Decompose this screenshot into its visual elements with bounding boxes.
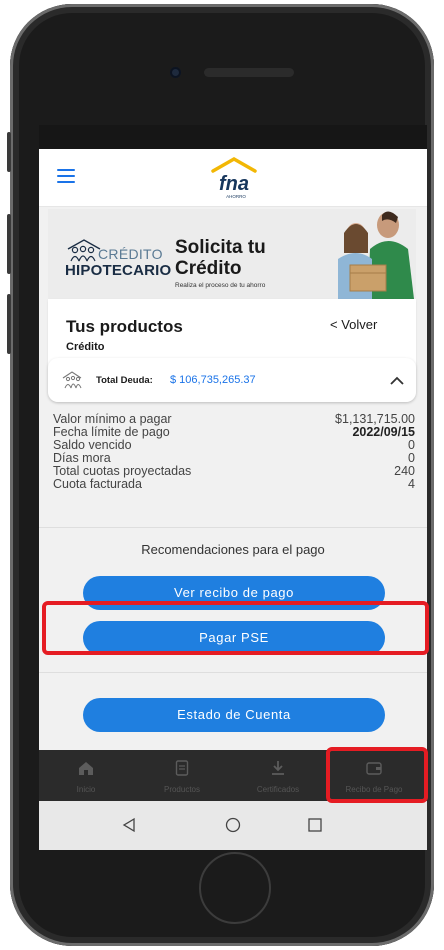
account-statement-button[interactable]: Estado de Cuenta [83,698,385,732]
volume-down-button [7,214,11,274]
nav-item-certificados[interactable]: Certificados [239,750,317,801]
status-bar [39,125,427,149]
svg-text:AHORRO: AHORRO [226,194,246,199]
phone-screen: fna AHORRO CRÉDITO HIPOTECARIO Solicita … [39,125,427,850]
front-camera [170,67,181,78]
nav-item-inicio[interactable]: Inicio [47,750,125,801]
volume-up-button [7,132,11,172]
nav-item-productos[interactable]: Productos [143,750,221,801]
total-debt-row[interactable]: Total Deuda: $ 106,735,265.37 [48,358,416,402]
promo-banner[interactable]: CRÉDITO HIPOTECARIO Solicita tu Crédito … [48,209,416,300]
physical-home-button[interactable] [199,852,271,924]
recommendations-title: Recomendaciones para el pago [141,542,325,557]
payment-details: Valor mínimo a pagar $1,131,715.00 Fecha… [53,413,415,491]
system-navigation-bar [39,801,427,850]
chevron-up-icon[interactable] [390,374,404,388]
highlight-view-receipt [42,601,429,655]
download-icon [272,761,284,775]
home-circle-icon[interactable] [225,817,241,833]
document-icon [175,760,189,776]
total-debt-value: $ 106,735,265.37 [170,374,256,386]
products-title: Tus productos [66,317,183,336]
earpiece-speaker [204,68,294,77]
banner-subtitle: Realiza el proceso de tu ahorro [175,282,266,289]
couple-photo [310,209,416,299]
hamburger-menu-icon[interactable] [57,169,75,183]
section-divider [39,672,427,673]
svg-text:fna: fna [219,173,249,195]
nav-item-label: Certificados [256,785,300,794]
detail-key: Cuota facturada [53,477,142,491]
banner-title: Solicita tu Crédito [175,237,266,279]
fna-logo: fna AHORRO [211,156,257,199]
side-button [7,294,11,354]
app-bar: fna AHORRO [39,149,427,207]
back-triangle-icon[interactable] [121,817,137,833]
family-house-icon [62,371,82,389]
detail-value: 4 [408,477,415,491]
brand-credito-text: CRÉDITO [98,246,163,262]
detail-value: 2022/09/15 [352,425,415,439]
nav-item-label: Productos [163,785,201,794]
section-divider [39,527,427,528]
products-subtitle: Crédito [66,341,105,353]
home-icon [79,762,93,775]
recents-square-icon[interactable] [307,817,323,833]
highlight-recibo-de-pago-tab [326,747,428,803]
nav-item-label: Inicio [76,785,96,794]
back-link[interactable]: < Volver [330,317,377,332]
brand-hipotecario-text: HIPOTECARIO [65,262,172,279]
detail-row: Cuota facturada 4 [53,478,415,491]
main-content: CRÉDITO HIPOTECARIO Solicita tu Crédito … [39,207,427,750]
total-debt-label: Total Deuda: [96,375,153,386]
